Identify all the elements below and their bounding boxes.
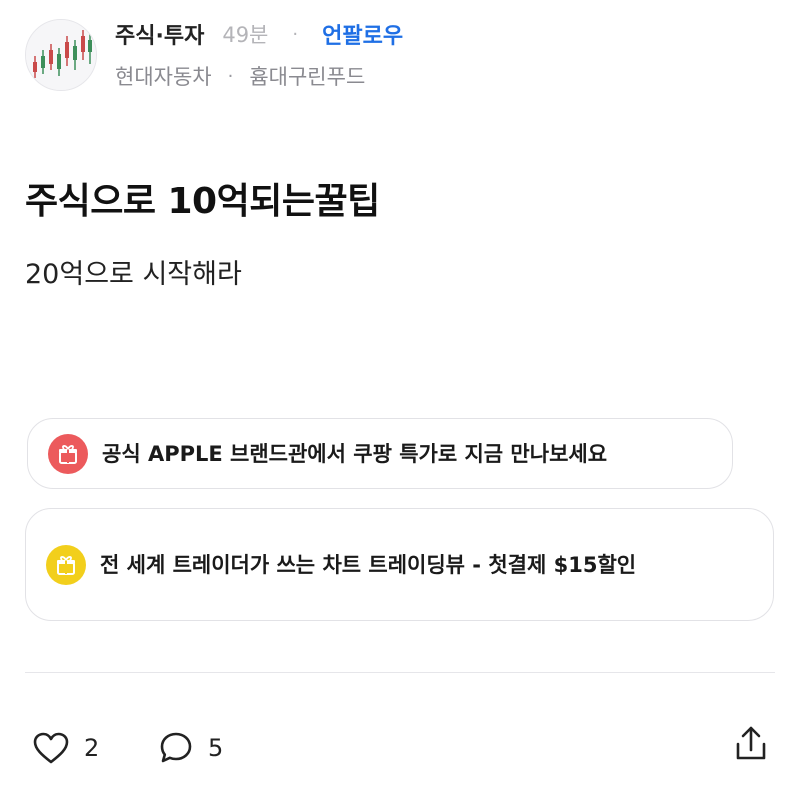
ad-card[interactable]: 전 세계 트레이더가 쓰는 차트 트레이딩뷰 - 첫결제 $15할인 [25, 508, 774, 621]
like-button[interactable]: 2 [32, 728, 99, 768]
ad-text: 전 세계 트레이더가 쓰는 차트 트레이딩뷰 - 첫결제 $15할인 [100, 552, 637, 577]
stock-tags: 현대자동차 · 흄대구린푸드 [115, 60, 365, 92]
ad-text: 공식 APPLE 브랜드관에서 쿠팡 특가로 지금 만나보세요 [102, 441, 608, 466]
category-label[interactable]: 주식·투자 [115, 18, 204, 50]
ad-card[interactable]: 공식 APPLE 브랜드관에서 쿠팡 특가로 지금 만나보세요 [27, 418, 733, 489]
unfollow-button[interactable]: 언팔로우 [322, 18, 403, 50]
gift-icon [48, 433, 88, 474]
share-button[interactable] [733, 724, 769, 764]
post-meta: 주식·투자 49분 · 언팔로우 [115, 18, 403, 50]
divider [25, 672, 775, 673]
share-icon [736, 726, 766, 760]
gift-icon [46, 544, 86, 585]
stock-tag[interactable]: 흄대구린푸드 [249, 61, 365, 91]
separator-dot: · [227, 65, 234, 87]
separator-dot: · [292, 23, 299, 45]
comment-button[interactable]: 5 [158, 728, 223, 768]
like-count: 2 [84, 734, 100, 762]
post-title: 주식으로 10억되는꿀팁 [25, 181, 380, 222]
stock-tag[interactable]: 현대자동차 [115, 61, 212, 91]
post-screen: 주식·투자 49분 · 언팔로우 현대자동차 · 흄대구린푸드 주식으로 10억… [0, 0, 800, 788]
comment-icon [160, 732, 192, 763]
comment-count: 5 [208, 734, 224, 762]
heart-icon [33, 732, 69, 764]
avatar[interactable] [25, 19, 97, 91]
time-ago: 49분 [222, 23, 269, 47]
stock-chart-avatar-icon [26, 20, 96, 90]
post-body: 20억으로 시작해라 [25, 259, 242, 290]
